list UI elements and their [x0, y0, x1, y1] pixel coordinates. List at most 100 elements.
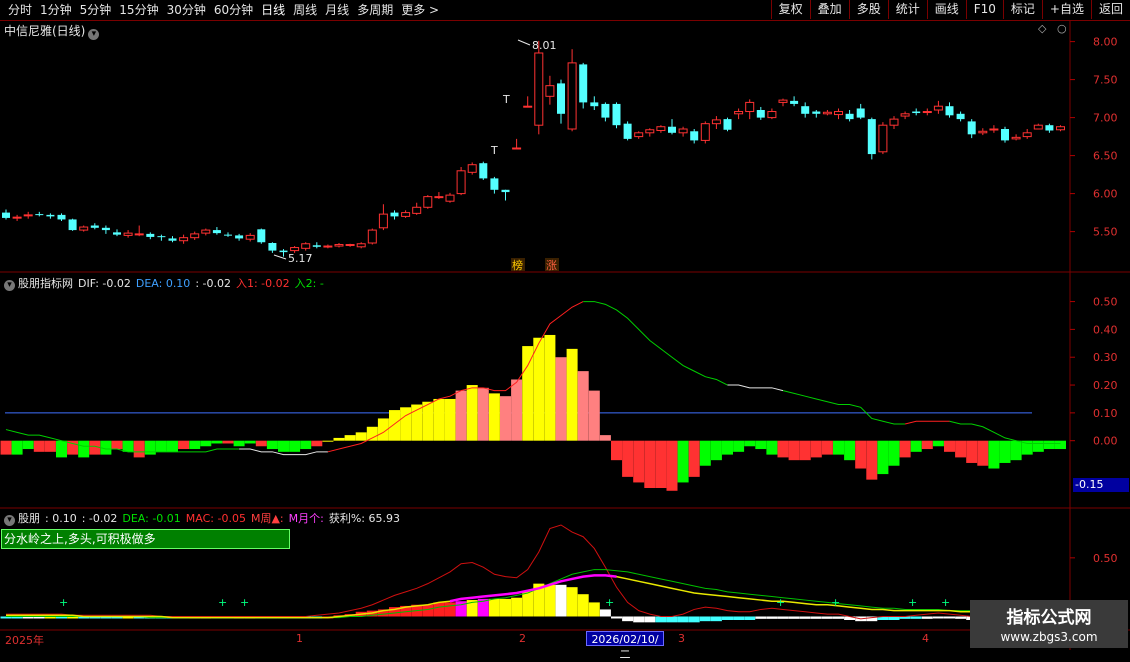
chevron-down-icon[interactable]: ▾: [4, 515, 15, 526]
price-axis-label: 8.00: [1093, 36, 1118, 49]
macd-bar: [866, 440, 878, 480]
macd-bar: [178, 440, 190, 450]
candle-body: [356, 243, 366, 248]
candle-body: [257, 229, 266, 243]
watermark: 指标公式网 www.zbgs3.com: [970, 600, 1128, 648]
third-mac: MAC: -0.05: [185, 512, 246, 525]
time-label-2: 2: [519, 632, 526, 645]
third-bar: [788, 616, 800, 619]
candle-body: [334, 244, 344, 247]
macd-bar: [211, 440, 223, 444]
macd-cursor-value: -0.15: [1073, 478, 1129, 492]
cross-marker: +: [605, 596, 614, 609]
third-bar: [444, 602, 456, 617]
macd-bar: [855, 440, 867, 469]
price-axis-label: 5.50: [1093, 226, 1118, 239]
time-label-4: 4: [922, 632, 929, 645]
price-axis-label: 7.00: [1093, 112, 1118, 125]
macd-bar: [255, 440, 267, 447]
candle-body: [12, 216, 22, 219]
candle-body: [778, 99, 788, 103]
candle-body: [790, 100, 799, 104]
macd-bar: [555, 357, 567, 441]
third-bar: [810, 616, 822, 619]
candle-body: [479, 163, 488, 179]
candle-body: [634, 132, 644, 138]
macd-bar: [366, 426, 378, 441]
high-pointer: [517, 39, 531, 46]
macd-bar: [122, 440, 134, 452]
macd-bar: [266, 440, 278, 450]
macd-bar: [0, 440, 12, 455]
macd-line: [583, 301, 728, 386]
macd-axis-label: 0.10: [1093, 407, 1118, 420]
chevron-down-icon[interactable]: ▾: [4, 280, 15, 291]
third-bar: [666, 616, 678, 623]
candle-body: [656, 126, 666, 132]
candle-body: [878, 124, 888, 153]
candle-body: [523, 105, 533, 108]
candle-body: [168, 238, 177, 241]
macd-bar: [544, 334, 556, 441]
third-bar: [932, 616, 944, 619]
candle-body: [767, 111, 777, 119]
candle-body: [867, 119, 876, 155]
macd-bar: [799, 440, 811, 461]
candle-body: [900, 113, 910, 117]
candle-body: [623, 123, 632, 139]
candle-body: [224, 234, 232, 236]
candle-body: [912, 111, 921, 114]
macd-bar: [999, 440, 1011, 463]
price-axis-label: 7.50: [1093, 74, 1118, 87]
third-bar: [644, 616, 656, 623]
macd-bar: [511, 379, 523, 441]
macd-bar: [533, 337, 545, 441]
macd-bar: [710, 440, 722, 461]
event-badge: 涨: [546, 259, 557, 272]
time-label-1: 1: [296, 632, 303, 645]
third-bar: [821, 616, 833, 619]
macd-bar: [921, 440, 933, 450]
candle-body: [456, 170, 466, 195]
macd-bar: [1055, 440, 1066, 450]
macd-bar: [111, 440, 123, 450]
macd-bar: [944, 440, 955, 452]
macd-bar: [56, 440, 67, 458]
macd-bar: [22, 440, 34, 450]
macd-bar: [33, 440, 45, 452]
third-bar: [710, 616, 722, 622]
third-dea: DEA: -0.01: [122, 512, 181, 525]
candle-body: [711, 119, 721, 125]
macd-bar: [500, 396, 511, 441]
macd-bar: [289, 440, 301, 452]
macd-title: ▾ 股朋指标网 DIF: -0.02 DEA: 0.10: -0.02 入1: -0.0…: [4, 275, 329, 291]
value: : -0.02: [195, 277, 231, 290]
macd-bar: [189, 440, 201, 450]
candle-body: [756, 110, 765, 118]
candle-body: [79, 226, 89, 231]
candle-body: [601, 103, 610, 118]
macd-bar: [966, 440, 978, 463]
candle-body: [390, 212, 399, 217]
time-label-3: 3: [678, 632, 685, 645]
macd-bar: [588, 390, 600, 441]
candle-body: [1022, 132, 1032, 138]
watermark-title: 指标公式网: [1006, 608, 1092, 628]
macd-bar: [877, 440, 889, 475]
macd-bar: [44, 440, 56, 452]
candle-body: [423, 196, 433, 208]
chart-canvas[interactable]: 8.00 7.50 7.00 6.50 6.00 5.50 8.01 5.17 T T 榜 涨 0.50…: [0, 0, 1130, 650]
candle-body: [123, 232, 133, 236]
candle-body: [35, 214, 44, 216]
candle-body: [534, 52, 544, 126]
candle-body: [745, 101, 755, 113]
candle-body: [922, 111, 932, 114]
macd-axis-label: 0.50: [1093, 296, 1118, 309]
watermark-url: www.zbgs3.com: [1000, 630, 1098, 644]
candle-body: [2, 212, 10, 218]
third-month: M月个:: [288, 512, 324, 525]
macd-bar: [666, 440, 678, 491]
third-title: ▾ 股朋: 0.10: -0.02 DEA: -0.01 MAC: -0.05 M周▲:…: [4, 510, 405, 526]
candle-body: [545, 85, 555, 97]
macd-bar: [344, 435, 356, 441]
